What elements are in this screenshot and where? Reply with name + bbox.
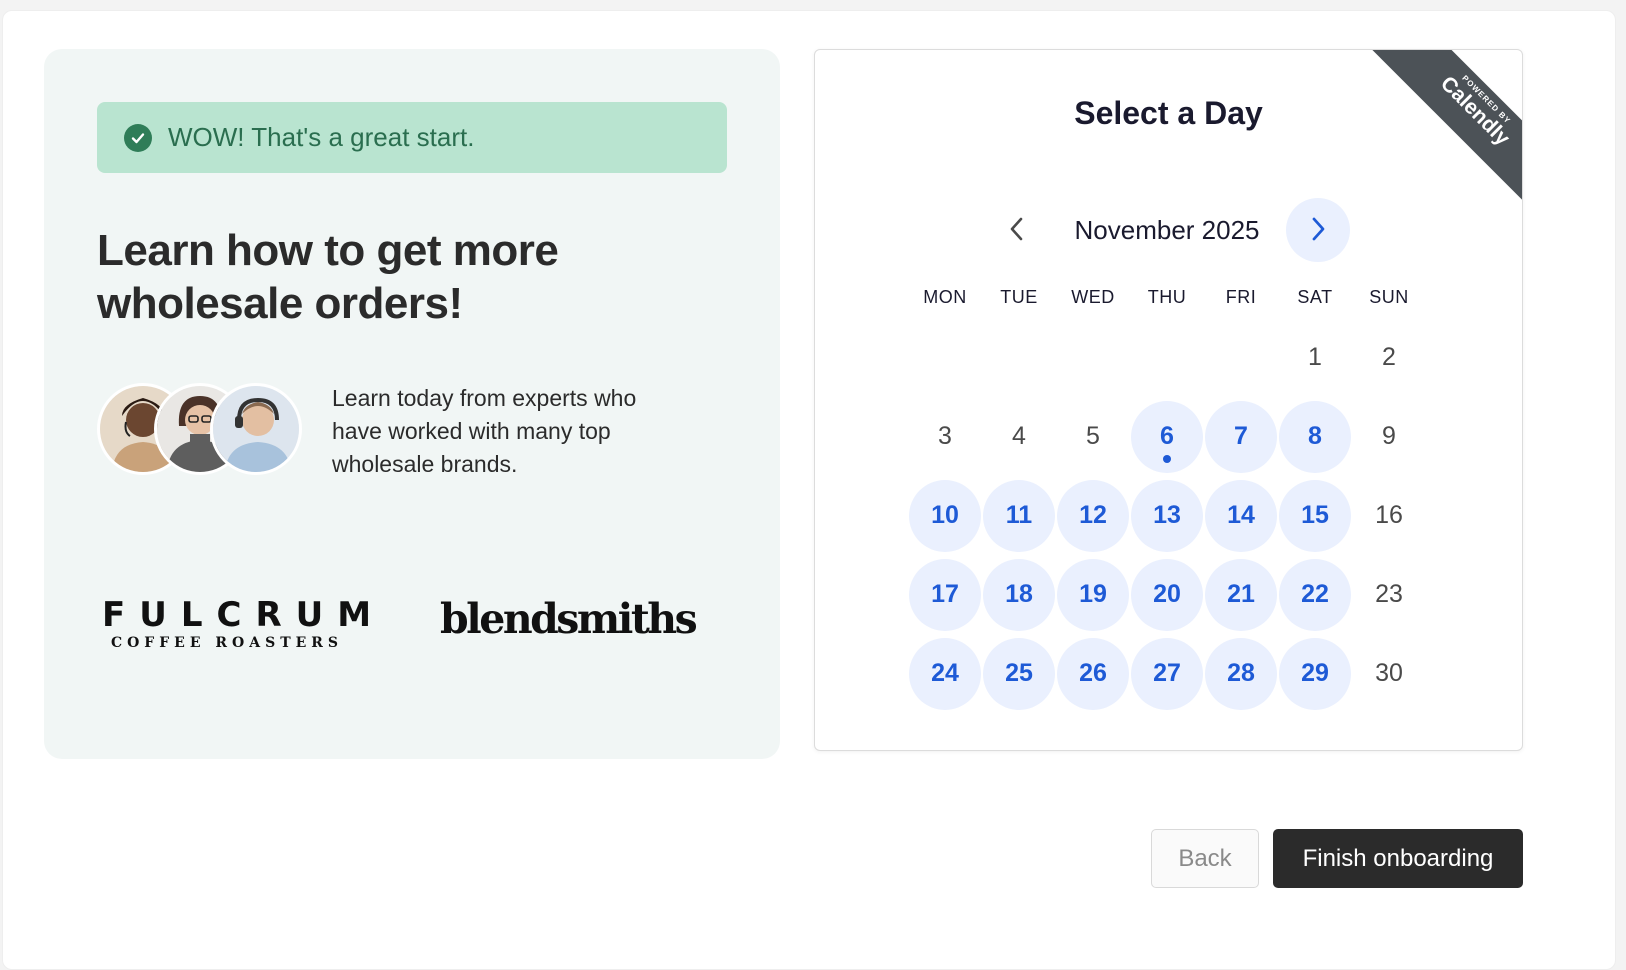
available-day-button[interactable]: 25 [982, 634, 1056, 713]
available-day-button[interactable]: 6 [1130, 397, 1204, 476]
day-number[interactable]: 26 [1057, 637, 1129, 710]
blendsmiths-logo: blendsmiths [440, 595, 698, 643]
day-number[interactable]: 11 [983, 479, 1055, 552]
day-number[interactable]: 8 [1279, 400, 1351, 473]
day-number[interactable]: 25 [983, 637, 1055, 710]
unavailable-day: 9 [1352, 397, 1426, 476]
day-number[interactable]: 19 [1057, 558, 1129, 631]
available-day-button[interactable]: 27 [1130, 634, 1204, 713]
day-number[interactable]: 21 [1205, 558, 1277, 631]
weekday-label: SUN [1369, 287, 1409, 307]
calendar-title: Select a Day [1074, 95, 1263, 131]
previous-month-button[interactable] [985, 198, 1049, 262]
available-day-button[interactable]: 17 [908, 555, 982, 634]
day-number[interactable]: 24 [909, 637, 981, 710]
chevron-right-icon [1308, 216, 1328, 245]
day-grid: 1 2 3 4 5 6 7 8 9 10 11 12 13 14 15 16 17 18 19 20 21 22 23 24 2… [908, 318, 1426, 713]
available-day-button[interactable]: 21 [1204, 555, 1278, 634]
available-day-button[interactable]: 28 [1204, 634, 1278, 713]
day-number[interactable]: 10 [909, 479, 981, 552]
chevron-left-icon [1007, 216, 1027, 245]
unavailable-day: 3 [908, 397, 982, 476]
empty-day-cell [1204, 318, 1278, 397]
calendly-widget: POWERED BY Calendly Select a Day Novembe… [814, 49, 1523, 751]
day-number[interactable]: 13 [1131, 479, 1203, 552]
available-day-button[interactable]: 7 [1204, 397, 1278, 476]
available-day-button[interactable]: 13 [1130, 476, 1204, 555]
day-number[interactable]: 29 [1279, 637, 1351, 710]
unavailable-day: 5 [1056, 397, 1130, 476]
finish-onboarding-button[interactable]: Finish onboarding [1273, 829, 1523, 888]
promo-panel: WOW! That's a great start. Learn how to … [44, 49, 780, 759]
unavailable-day: 1 [1278, 318, 1352, 397]
empty-day-cell [1056, 318, 1130, 397]
day-number[interactable]: 22 [1279, 558, 1351, 631]
day-number[interactable]: 18 [983, 558, 1055, 631]
experts-description: Learn today from experts who have worked… [332, 385, 637, 477]
weekday-label: TUE [1000, 287, 1038, 307]
empty-day-cell [1130, 318, 1204, 397]
day-number: 3 [938, 422, 952, 450]
weekday-label: SAT [1297, 287, 1333, 307]
available-day-button[interactable]: 19 [1056, 555, 1130, 634]
available-day-button[interactable]: 10 [908, 476, 982, 555]
day-number: 1 [1308, 343, 1322, 371]
fulcrum-logo: FULCRUM COFFEE ROASTERS [102, 597, 371, 651]
day-number: 16 [1375, 501, 1403, 529]
day-number[interactable]: 27 [1131, 637, 1203, 710]
weekday-header-row: MON TUE WED THU FRI SAT SUN [908, 287, 1426, 308]
day-number[interactable]: 28 [1205, 637, 1277, 710]
month-navigation: November 2025 [983, 198, 1363, 262]
day-number: 30 [1375, 659, 1403, 687]
day-number[interactable]: 14 [1205, 479, 1277, 552]
day-number[interactable]: 12 [1057, 479, 1129, 552]
fulcrum-logo-sub: COFFEE ROASTERS [110, 635, 344, 651]
available-day-button[interactable]: 14 [1204, 476, 1278, 555]
next-month-button[interactable] [1286, 198, 1350, 262]
day-number: 4 [1012, 422, 1026, 450]
unavailable-day: 23 [1352, 555, 1426, 634]
weekday-label: THU [1147, 287, 1187, 307]
empty-day-cell [982, 318, 1056, 397]
available-day-button[interactable]: 22 [1278, 555, 1352, 634]
weekday-label: MON [923, 287, 967, 307]
unavailable-day: 4 [982, 397, 1056, 476]
fulcrum-logo-main: FULCRUM [102, 595, 386, 635]
avatar-expert-3 [210, 383, 302, 475]
day-number: 2 [1382, 343, 1396, 371]
day-number[interactable]: 20 [1131, 558, 1203, 631]
empty-day-cell [908, 318, 982, 397]
weekday-label: FRI [1225, 287, 1257, 307]
today-indicator-dot [1163, 455, 1171, 463]
current-month-label: November 2025 [1074, 215, 1260, 245]
available-day-button[interactable]: 18 [982, 555, 1056, 634]
day-number: 9 [1382, 422, 1396, 450]
day-number[interactable]: 17 [909, 558, 981, 631]
check-circle-icon [124, 123, 152, 152]
alert-message: WOW! That's a great start. [168, 122, 475, 152]
unavailable-day: 2 [1352, 318, 1426, 397]
weekday-label: WED [1071, 287, 1115, 307]
back-button[interactable]: Back [1151, 829, 1259, 888]
available-day-button[interactable]: 15 [1278, 476, 1352, 555]
available-day-button[interactable]: 20 [1130, 555, 1204, 634]
day-number: 5 [1086, 422, 1100, 450]
available-day-button[interactable]: 26 [1056, 634, 1130, 713]
available-day-button[interactable]: 29 [1278, 634, 1352, 713]
day-number: 23 [1375, 580, 1403, 608]
success-alert: WOW! That's a great start. [97, 102, 727, 173]
available-day-button[interactable]: 12 [1056, 476, 1130, 555]
unavailable-day: 16 [1352, 476, 1426, 555]
unavailable-day: 30 [1352, 634, 1426, 713]
expert-avatars [97, 383, 307, 475]
onboarding-window: WOW! That's a great start. Learn how to … [2, 10, 1616, 970]
day-number[interactable]: 7 [1205, 400, 1277, 473]
promo-headline: Learn how to get more wholesale orders! [97, 226, 559, 328]
available-day-button[interactable]: 8 [1278, 397, 1352, 476]
day-number[interactable]: 15 [1279, 479, 1351, 552]
available-day-button[interactable]: 24 [908, 634, 982, 713]
available-day-button[interactable]: 11 [982, 476, 1056, 555]
